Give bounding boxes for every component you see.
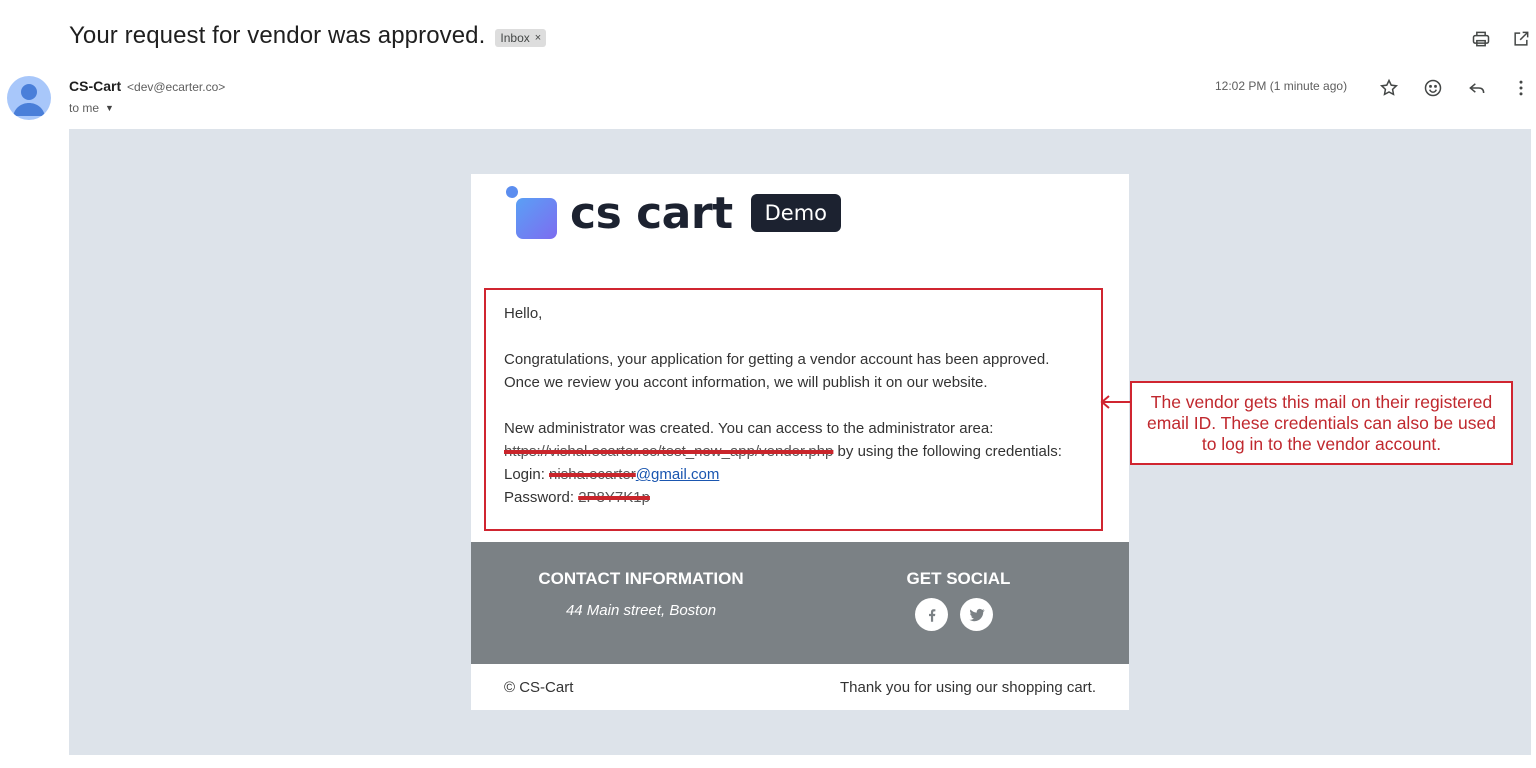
facebook-icon[interactable] <box>915 598 948 631</box>
thank-you-note: Thank you for using our shopping cart. <box>840 679 1096 696</box>
email-footer: CONTACT INFORMATION 44 Main street, Bost… <box>471 542 1129 664</box>
remove-label-button[interactable]: × <box>535 32 541 44</box>
inbox-label-text: Inbox <box>500 30 530 45</box>
print-icon[interactable] <box>1470 28 1492 50</box>
sender-email: <dev@ecarter.co> <box>127 80 226 94</box>
reply-icon[interactable] <box>1466 77 1488 99</box>
annotation-callout: The vendor gets this mail on their regis… <box>1130 381 1513 465</box>
sender-line: CS-Cart <dev@ecarter.co> <box>69 78 225 94</box>
cs-cart-logo-icon <box>504 186 557 240</box>
annotation-arrow-icon <box>1100 395 1131 409</box>
copyright: © CS-Cart <box>504 679 574 696</box>
subject-row: Your request for vendor was approved. In… <box>69 22 547 50</box>
highlight-box <box>484 288 1103 531</box>
recipient-line: to me ▼ <box>69 101 114 115</box>
annotation-text: The vendor gets this mail on their regis… <box>1147 391 1496 454</box>
email-subject: Your request for vendor was approved. <box>69 22 486 49</box>
social-icons <box>915 598 993 631</box>
demo-badge: Demo <box>750 194 842 232</box>
get-social-title: GET SOCIAL <box>906 569 1011 588</box>
message-actions <box>1378 77 1532 99</box>
twitter-icon[interactable] <box>960 598 993 631</box>
show-details-icon[interactable]: ▼ <box>105 103 114 113</box>
inbox-label-chip[interactable]: Inbox × <box>495 28 547 47</box>
sender-name[interactable]: CS-Cart <box>69 78 121 94</box>
contact-information-title: CONTACT INFORMATION <box>538 569 744 588</box>
star-icon[interactable] <box>1378 77 1400 99</box>
contact-address: 44 Main street, Boston <box>565 602 717 619</box>
logo-text: cs cart <box>570 187 733 239</box>
message-time: 12:02 PM (1 minute ago) <box>1215 79 1348 93</box>
thread-actions <box>1470 28 1532 50</box>
recipient-text: to me <box>69 101 100 115</box>
emoji-reaction-icon[interactable] <box>1422 77 1444 99</box>
sender-avatar[interactable] <box>7 76 51 120</box>
more-options-icon[interactable] <box>1510 77 1532 99</box>
cs-cart-logo[interactable]: cs cart Demo <box>504 186 842 240</box>
open-in-new-window-icon[interactable] <box>1510 28 1532 50</box>
